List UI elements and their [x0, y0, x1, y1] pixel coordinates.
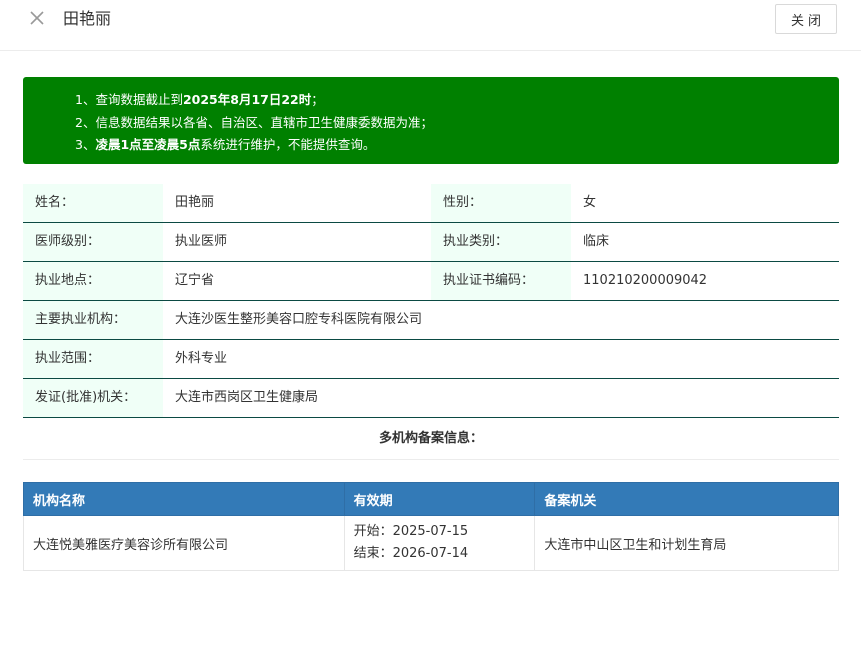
notice-line-1-suffix: ； — [311, 92, 324, 107]
name-label: 姓名： — [23, 184, 163, 222]
category-value: 临床 — [583, 234, 610, 249]
column-header-org: 机构名称 — [23, 482, 345, 516]
gender-label: 性别： — [431, 184, 571, 222]
notice-line-3-prefix: 3、 — [75, 137, 96, 152]
gender-value: 女 — [583, 195, 597, 210]
info-row-issuer: 发证(批准)机关： 大连市西岗区卫生健康局 — [23, 379, 839, 418]
dialog-header: 田艳丽 关闭 — [0, 0, 861, 51]
info-row-level: 医师级别： 执业医师 执业类别： 临床 — [23, 223, 839, 262]
notice-line-1-prefix: 1、查询数据截止到 — [75, 92, 183, 107]
row-validity-start: 开始：2025-07-15 — [353, 524, 469, 539]
column-header-authority: 备案机关 — [534, 482, 839, 516]
multi-org-title: 多机构备案信息： — [23, 418, 839, 460]
scope-value: 外科专业 — [175, 351, 228, 366]
issuer-value: 大连市西岗区卫生健康局 — [175, 390, 319, 405]
page-title: 田艳丽 — [63, 9, 112, 28]
info-row-scope: 执业范围： 外科专业 — [23, 340, 839, 379]
notice-line-3-suffix: 系统进行维护，不能提供查询。 — [200, 137, 376, 152]
cert-label: 执业证书编码： — [431, 262, 571, 300]
notice-line-3: 3、凌晨1点至凌晨5点系统进行维护，不能提供查询。 — [75, 134, 839, 157]
org-label: 主要执业机构： — [23, 301, 163, 339]
doctor-info-table: 姓名： 田艳丽 性别： 女 医师级别： 执业医师 执业类别： 临床 执业地点： … — [23, 184, 839, 418]
level-value: 执业医师 — [175, 234, 228, 249]
column-header-validity: 有效期 — [343, 482, 536, 516]
close-x-glyph — [30, 11, 44, 25]
close-button[interactable]: 关闭 — [775, 4, 837, 34]
notice-line-2: 2、信息数据结果以各省、自治区、直辖市卫生健康委数据为准； — [75, 114, 433, 130]
row-authority: 大连市中山区卫生和计划生育局 — [534, 515, 839, 571]
category-label: 执业类别： — [431, 223, 571, 261]
info-row-org: 主要执业机构： 大连沙医生整形美容口腔专科医院有限公司 — [23, 301, 839, 340]
notice-line-1: 1、查询数据截止到2025年8月17日22时； — [75, 89, 839, 112]
table-header-row: 机构名称 有效期 备案机关 — [23, 482, 839, 516]
row-validity: 开始：2025-07-15 结束：2026-07-14 — [343, 515, 536, 571]
level-label: 医师级别： — [23, 223, 163, 261]
name-value: 田艳丽 — [175, 195, 215, 210]
notice-line-3-bold: 凌晨1点至凌晨5点 — [95, 137, 201, 152]
cert-value: 110210200009042 — [583, 273, 708, 288]
info-row-name: 姓名： 田艳丽 性别： 女 — [23, 184, 839, 223]
close-icon[interactable] — [28, 9, 46, 27]
multi-org-table: 机构名称 有效期 备案机关 大连悦美雅医疗美容诊所有限公司 开始：2025-07… — [23, 482, 839, 571]
issuer-label: 发证(批准)机关： — [23, 379, 163, 417]
scope-label: 执业范围： — [23, 340, 163, 378]
location-value: 辽宁省 — [175, 273, 215, 288]
row-org-name: 大连悦美雅医疗美容诊所有限公司 — [23, 515, 345, 571]
info-row-location: 执业地点： 辽宁省 执业证书编码： 110210200009042 — [23, 262, 839, 301]
org-value: 大连沙医生整形美容口腔专科医院有限公司 — [175, 312, 423, 327]
row-validity-end: 结束：2026-07-14 — [353, 546, 469, 561]
notice-banner: 1、查询数据截止到2025年8月17日22时； 2、信息数据结果以各省、自治区、… — [23, 77, 839, 164]
table-row: 大连悦美雅医疗美容诊所有限公司 开始：2025-07-15 结束：2026-07… — [23, 515, 839, 571]
notice-line-1-bold: 2025年8月17日22时 — [182, 92, 312, 107]
location-label: 执业地点： — [23, 262, 163, 300]
